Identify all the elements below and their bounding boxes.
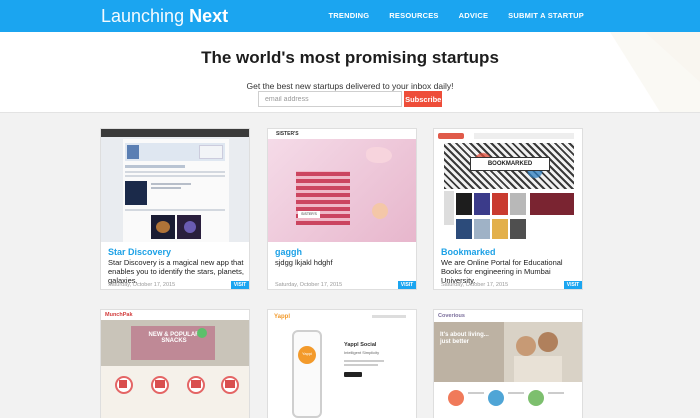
card-date: Saturday, October 17, 2015 <box>441 282 509 288</box>
hero-subtitle: Get the best new startups delivered to y… <box>246 81 454 91</box>
startup-card-yappl[interactable]: Yappl Yappi Yappl Social Intelligent Sim… <box>267 309 417 418</box>
top-navbar: Launching Next TRENDING RESOURCES ADVICE… <box>0 0 700 32</box>
nav-submit-startup[interactable]: SUBMIT A STARTUP <box>508 11 584 20</box>
thumb-tagline: Intelligent Simplicity <box>344 350 380 355</box>
site-logo[interactable]: Launching Next <box>101 6 228 26</box>
startup-card-coverious[interactable]: Coverious It's about living... just bett… <box>433 309 583 418</box>
thumb-brand-text: Yappl <box>274 314 291 320</box>
card-title[interactable]: Star Discovery <box>108 247 171 257</box>
visit-button[interactable]: VISIT <box>231 281 249 289</box>
hero-section: The world's most promising startups Get … <box>0 32 700 112</box>
thumb-cta: Yappi <box>302 351 312 356</box>
startup-thumbnail[interactable]: Yappl Yappi Yappl Social Intelligent Sim… <box>268 310 416 418</box>
startup-card-star-discovery[interactable]: Star Discovery Star Discovery is a magic… <box>100 128 250 290</box>
startup-card-gaggh[interactable]: SISTER'S SISTER'S gaggh sjdgg lkjakl hdg… <box>267 128 417 290</box>
nav-advice[interactable]: ADVICE <box>459 11 489 20</box>
card-description: sjdgg lkjakl hdghf <box>275 258 333 267</box>
visit-button[interactable]: VISIT <box>564 281 582 289</box>
page-title: The world's most promising startups <box>201 48 499 67</box>
thumb-heading: Yappl Social <box>344 342 377 348</box>
startup-card-bookmarked[interactable]: BOOKMARKED Bookmarked We are Online Port… <box>433 128 583 290</box>
main-nav: TRENDING RESOURCES ADVICE SUBMIT A START… <box>309 11 584 20</box>
startup-thumbnail[interactable]: Coverious It's about living... just bett… <box>434 310 582 418</box>
thumb-tagline: It's about living... just better <box>440 332 489 345</box>
card-date: Saturday, October 17, 2015 <box>108 282 176 288</box>
startup-thumbnail[interactable]: MunchPak NEW & POPULAR SNACKS <box>101 310 249 418</box>
startup-card-munchpak[interactable]: MunchPak NEW & POPULAR SNACKS <box>100 309 250 418</box>
startup-thumbnail[interactable]: SISTER'S SISTER'S <box>268 129 416 242</box>
newsletter-form: Subscribe <box>258 91 442 107</box>
thumb-label: SISTER'S <box>298 211 320 218</box>
visit-button[interactable]: VISIT <box>398 281 416 289</box>
thumb-brand-text: Coverious <box>438 313 465 319</box>
startup-thumbnail[interactable] <box>101 129 249 242</box>
card-description: Star Discovery is a magical new app that… <box>108 258 244 285</box>
logo-light-text: Launching <box>101 6 185 26</box>
thumb-brand-text: SISTER'S <box>276 131 299 137</box>
email-input[interactable] <box>258 91 403 107</box>
thumb-brand-text: MunchPak <box>105 312 133 318</box>
card-date: Saturday, October 17, 2015 <box>275 282 343 288</box>
card-title[interactable]: gaggh <box>275 247 302 257</box>
nav-resources[interactable]: RESOURCES <box>389 11 438 20</box>
thumb-banner: BOOKMARKED <box>470 157 550 171</box>
startup-thumbnail[interactable]: BOOKMARKED <box>434 129 582 242</box>
hero-pattern-decoration <box>610 32 700 112</box>
card-title[interactable]: Bookmarked <box>441 247 496 257</box>
subscribe-button[interactable]: Subscribe <box>404 91 442 107</box>
nav-trending[interactable]: TRENDING <box>329 11 370 20</box>
card-description: We are Online Portal for Educational Boo… <box>441 258 563 285</box>
logo-bold-text: Next <box>189 6 229 26</box>
